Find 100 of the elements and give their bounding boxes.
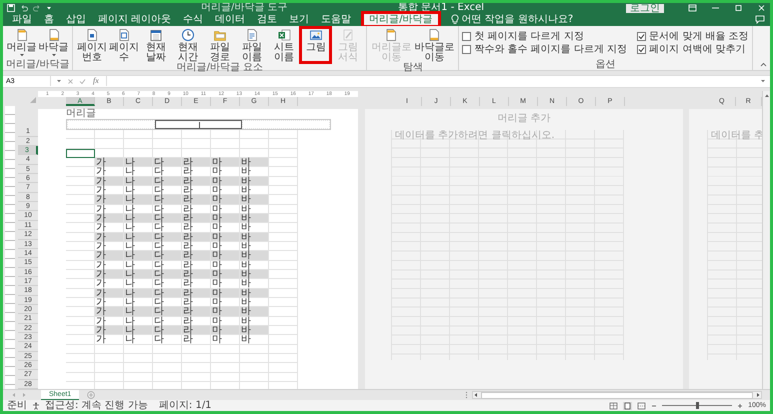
table-cell: 다 xyxy=(153,214,182,224)
ribbon-tab[interactable]: 파일 xyxy=(6,13,38,26)
ribbon-tab[interactable]: 홈 xyxy=(38,13,60,26)
ribbon-button[interactable]: 그림 xyxy=(300,27,332,63)
search-field[interactable]: 어떤 작업을 원하시나요? xyxy=(458,14,605,26)
table-cell xyxy=(269,195,298,205)
add-sheet-icon[interactable] xyxy=(87,391,96,399)
table-cell: 바 xyxy=(240,335,269,345)
table-cell xyxy=(66,186,95,196)
caret-icon[interactable] xyxy=(46,4,52,12)
header-section[interactable] xyxy=(154,120,242,129)
table-cell xyxy=(66,372,95,382)
accessibility-icon[interactable] xyxy=(32,402,40,410)
table-cell xyxy=(269,270,298,280)
table-cell xyxy=(66,204,95,214)
redo-icon[interactable] xyxy=(33,4,41,12)
expand-icon[interactable] xyxy=(760,79,766,84)
ribbon-tab[interactable]: 도움말 xyxy=(315,13,358,26)
ribbon-button[interactable]: 시트 이름 xyxy=(268,27,300,63)
normal-view-icon[interactable] xyxy=(609,402,618,410)
checkbox[interactable] xyxy=(462,32,472,41)
ribbon-tab[interactable]: 수식 xyxy=(177,13,210,26)
enter-icon[interactable] xyxy=(79,78,86,85)
table-cell: 나 xyxy=(124,214,153,224)
zoom-out-icon[interactable] xyxy=(651,402,658,408)
ribbon-tab[interactable]: 삽입 xyxy=(60,13,92,26)
table-cell: 라 xyxy=(182,214,211,224)
checkbox-label[interactable]: 첫 페이지를 다르게 지정 xyxy=(474,31,584,42)
table-cell xyxy=(269,260,298,270)
cancel-icon[interactable] xyxy=(67,78,74,85)
table-cell: 나 xyxy=(124,158,153,168)
vertical-scrollbar[interactable] xyxy=(762,90,770,389)
group-label: 머리글/바닥글 요소 xyxy=(176,63,264,73)
table-cell xyxy=(66,167,95,177)
group-label: 탐색 xyxy=(402,63,423,73)
table-cell: 바 xyxy=(240,232,269,242)
login-button[interactable]: 로그인 xyxy=(626,4,664,12)
checkbox[interactable] xyxy=(637,45,646,54)
table-cell: 다 xyxy=(153,176,182,186)
close-icon[interactable] xyxy=(757,4,766,12)
ribbon-tab[interactable]: 데이터 xyxy=(209,13,252,26)
table-cell xyxy=(269,242,298,252)
active-cell[interactable] xyxy=(66,148,95,158)
table-cell: 나 xyxy=(124,288,153,298)
table-cell: 가 xyxy=(95,176,124,186)
ribbon-button[interactable]: 파일 이름 xyxy=(236,27,268,63)
checkbox-label[interactable]: 문서에 맞게 배율 조정 xyxy=(649,31,749,42)
table-cell: 마 xyxy=(211,195,240,205)
checkbox-label[interactable]: 짝수와 홀수 페이지를 다르게 지정 xyxy=(474,44,628,55)
scroll-right-icon[interactable] xyxy=(755,392,761,398)
ribbon-tab[interactable]: 보기 xyxy=(283,13,316,26)
table-cell: 다 xyxy=(153,288,182,298)
table-cell xyxy=(269,354,298,364)
page-layout-view-icon[interactable] xyxy=(623,402,632,410)
checkbox[interactable] xyxy=(637,32,646,41)
comment-icon[interactable] xyxy=(755,15,765,24)
accessibility-status[interactable]: 접근성: 계속 진행 가능 xyxy=(45,400,148,411)
table-cell: 다 xyxy=(153,195,182,205)
table-cell: 라 xyxy=(182,251,211,261)
horizontal-scrollbar[interactable] xyxy=(472,391,762,399)
table-cell: 라 xyxy=(182,335,211,345)
scroll-left-icon[interactable] xyxy=(473,392,479,398)
collapse-ribbon-icon[interactable] xyxy=(760,62,767,67)
ribbon-button[interactable]: 페이지 수 xyxy=(108,27,140,63)
table-cell xyxy=(66,260,95,270)
table-cell: 나 xyxy=(124,195,153,205)
table-cell: 나 xyxy=(124,326,153,336)
table-cell xyxy=(269,167,298,177)
table-cell: 바 xyxy=(240,195,269,205)
save-icon[interactable] xyxy=(7,4,15,12)
insert-function-button[interactable]: fx xyxy=(91,76,101,86)
ribbon-tab[interactable]: 머리글/바닥글 xyxy=(363,13,439,26)
table-cell xyxy=(66,316,95,326)
ribbon-button[interactable]: 머리글 xyxy=(6,27,38,60)
undo-icon[interactable] xyxy=(20,4,28,12)
table-cell: 가 xyxy=(95,288,124,298)
maximize-icon[interactable] xyxy=(734,4,743,12)
table-cell xyxy=(269,298,298,308)
ribbon-tab[interactable]: 페이지 레이아웃 xyxy=(92,13,178,26)
page-break-view-icon[interactable] xyxy=(637,402,646,410)
ribbon-button[interactable]: 현재 시간 xyxy=(172,27,204,63)
splitter-icon[interactable] xyxy=(465,391,468,399)
zoom-slider[interactable] xyxy=(696,402,699,409)
table-cell: 가 xyxy=(95,251,124,261)
checkbox-label[interactable]: 페이지 여백에 맞추기 xyxy=(649,44,746,55)
ribbon-button[interactable]: 현재 날짜 xyxy=(140,27,172,63)
ribbon-button[interactable]: 바닥글 xyxy=(38,27,70,60)
checkbox[interactable] xyxy=(462,45,472,54)
ribbon-button[interactable]: 바닥글로 이동 xyxy=(413,27,456,63)
ribbon-button[interactable]: 페이지 번호 xyxy=(76,27,108,63)
ribbon-display-icon[interactable] xyxy=(688,4,697,12)
table-cell xyxy=(269,130,298,140)
scroll-up-icon[interactable] xyxy=(764,92,770,99)
caret-icon[interactable] xyxy=(56,79,62,84)
group-label: 머리글/바닥글 xyxy=(6,60,70,70)
zoom-in-icon[interactable] xyxy=(737,402,744,408)
ribbon-tab[interactable]: 검토 xyxy=(251,13,284,26)
ribbon-button[interactable]: 파일 경로 xyxy=(204,27,236,63)
table-cell: 가 xyxy=(95,270,124,280)
table-cell: 라 xyxy=(182,158,211,168)
